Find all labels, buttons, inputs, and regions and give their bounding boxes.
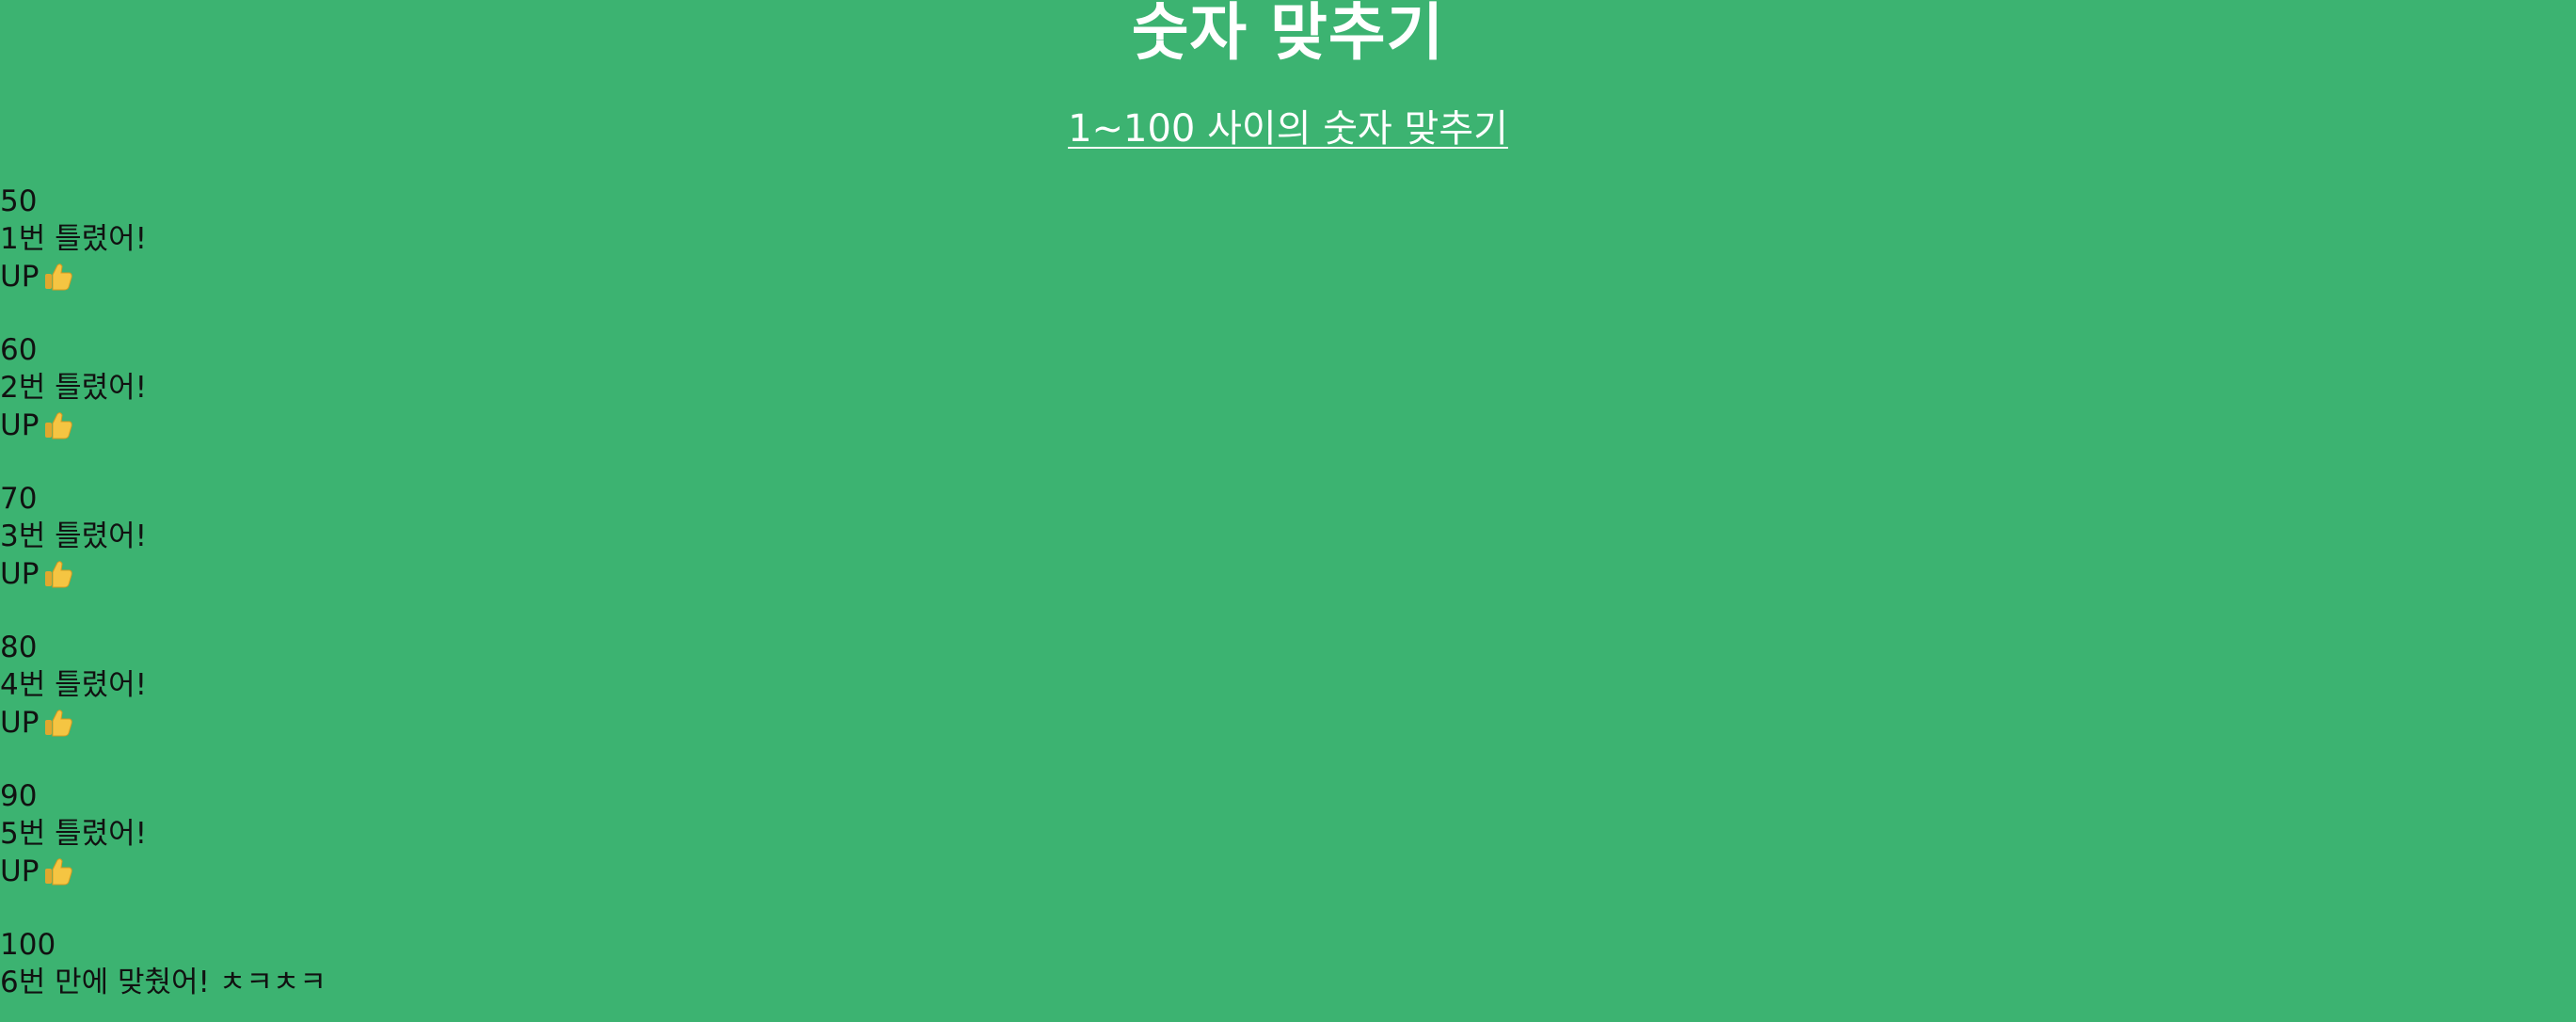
guess-number: 100	[0, 928, 56, 962]
game-page: 숫자 맞추기 1~100 사이의 숫자 맞추기 50 1번 틀렸어! UP 60…	[0, 0, 2576, 1022]
guess-number: 60	[0, 333, 38, 367]
thumbs-up-icon	[40, 705, 76, 741]
guess-entry: 70 3번 틀렸어! UP	[0, 480, 2576, 593]
thumbs-up-icon	[40, 407, 76, 443]
guess-entry: 60 2번 틀렸어! UP	[0, 331, 2576, 444]
thumbs-up-icon	[40, 259, 76, 295]
success-message: 6번 만에 맞췄어! ㅊㅋㅊㅋ	[0, 966, 326, 999]
guess-result: 4번 틀렸어!	[0, 668, 148, 702]
guess-list: 50 1번 틀렸어! UP 60 2번 틀렸어! UP 70 3번 틀렸어! U…	[0, 183, 2576, 1001]
guess-number: 50	[0, 184, 38, 218]
guess-result: 3번 틀렸어!	[0, 519, 148, 553]
guess-hint: UP	[0, 704, 2576, 742]
hint-text: UP	[0, 260, 40, 294]
guess-result: 2번 틀렸어!	[0, 371, 148, 405]
guess-number: 70	[0, 482, 38, 516]
hint-text: UP	[0, 557, 40, 591]
guess-entry: 50 1번 틀렸어! UP	[0, 183, 2576, 295]
guess-result: 1번 틀렸어!	[0, 222, 148, 256]
guess-number: 80	[0, 631, 38, 664]
hint-text: UP	[0, 408, 40, 442]
page-title: 숫자 맞추기	[1131, 0, 1445, 69]
page-subtitle: 1~100 사이의 숫자 맞추기	[0, 104, 2576, 154]
guess-hint: UP	[0, 407, 2576, 444]
guess-number: 90	[0, 779, 38, 813]
hint-text: UP	[0, 854, 40, 888]
guess-entry-final: 100 6번 만에 맞췄어! ㅊㅋㅊㅋ	[0, 926, 2576, 1001]
guess-entry: 90 5번 틀렸어! UP	[0, 777, 2576, 890]
guess-hint: UP	[0, 555, 2576, 593]
hint-text: UP	[0, 706, 40, 740]
subtitle-link[interactable]: 1~100 사이의 숫자 맞추기	[1068, 107, 1508, 151]
guess-result: 5번 틀렸어!	[0, 817, 148, 851]
thumbs-up-icon	[40, 854, 76, 889]
guess-entry: 80 4번 틀렸어! UP	[0, 629, 2576, 742]
guess-hint: UP	[0, 258, 2576, 295]
guess-hint: UP	[0, 853, 2576, 890]
thumbs-up-icon	[40, 556, 76, 592]
